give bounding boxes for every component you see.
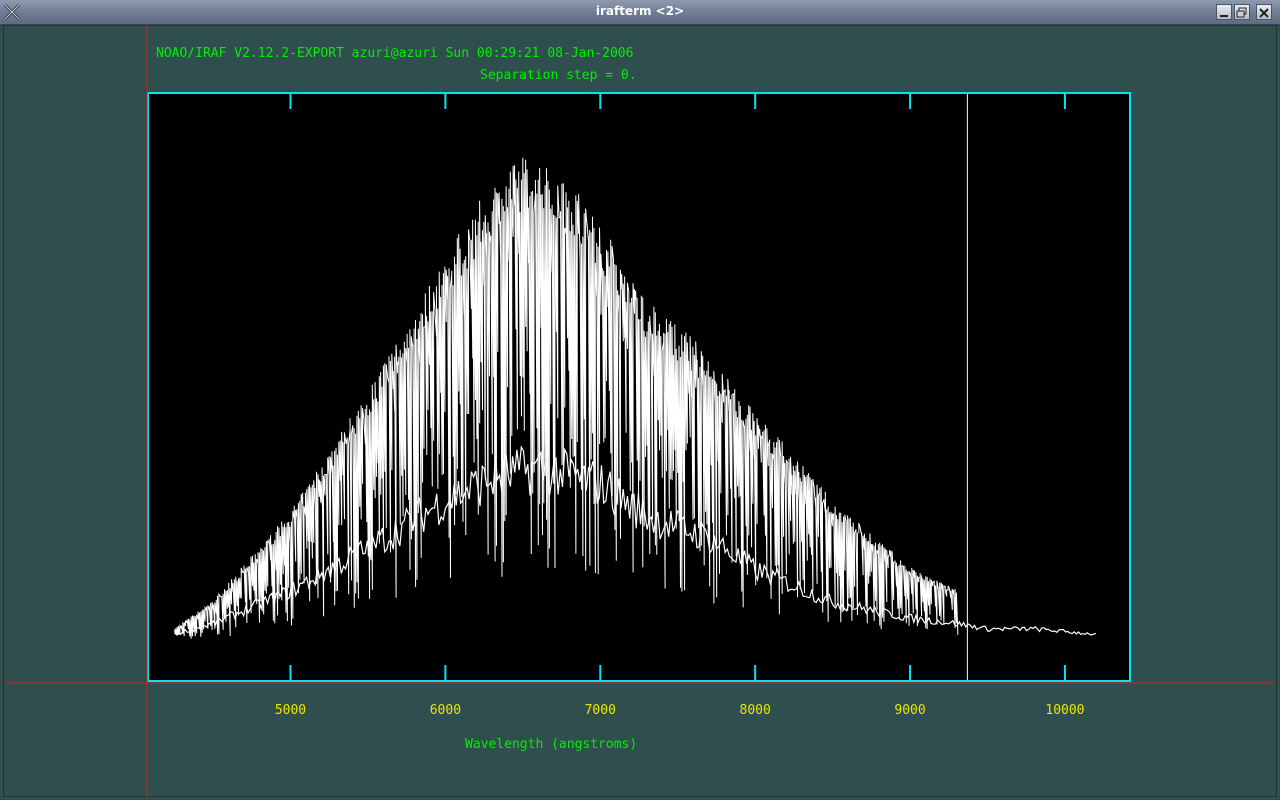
x-tick-label-7000: 7000: [584, 703, 616, 718]
spectrum-plot[interactable]: [0, 0, 1280, 800]
x-tick-label-9000: 9000: [894, 703, 926, 718]
x-tick-label-8000: 8000: [739, 703, 771, 718]
x-tick-label-6000: 6000: [429, 703, 462, 718]
x-tick-label-5000: 5000: [274, 703, 307, 718]
x-tick-label-10000: 10000: [1045, 703, 1085, 718]
x-axis-label: Wavelength (angstroms): [465, 737, 638, 752]
